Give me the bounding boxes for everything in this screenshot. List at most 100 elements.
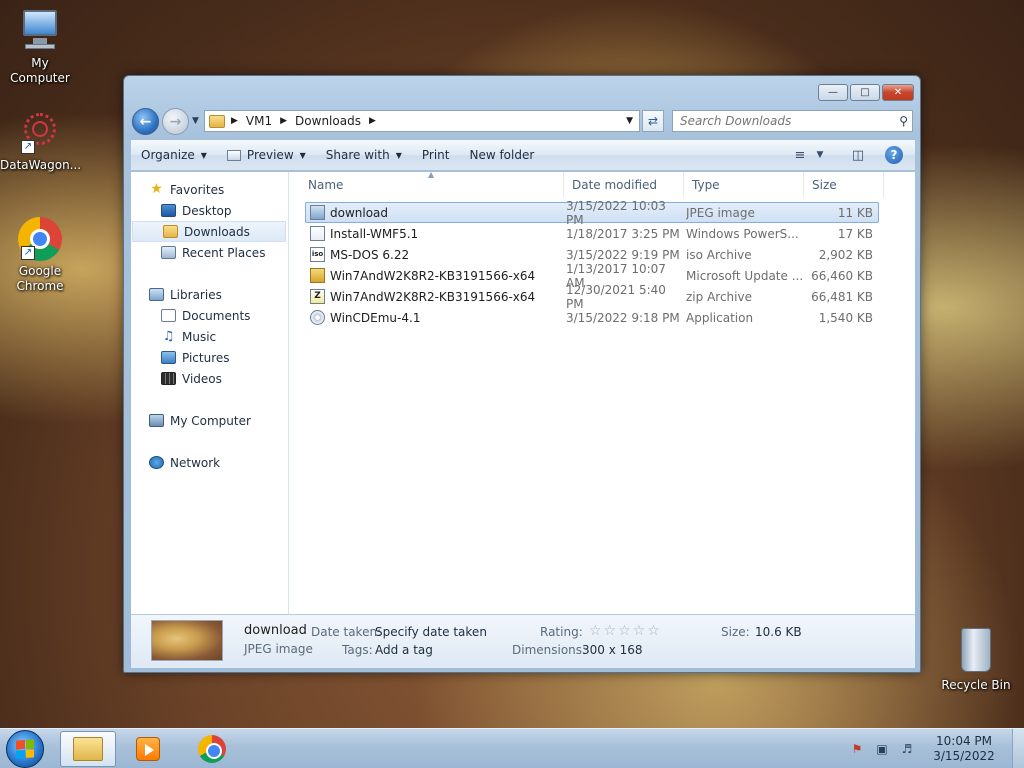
nav-documents[interactable]: Documents [131,305,288,326]
address-bar[interactable]: ▶ VM1 ▶ Downloads ▶ ▼ [204,110,640,132]
nav-music-label: Music [182,329,217,344]
address-dropdown[interactable]: ▼ [626,116,633,126]
star-icon: ★ [150,181,163,197]
search-icon[interactable]: ⚲ [899,114,908,128]
details-file-type: JPEG image [244,642,313,656]
search-box[interactable]: ⚲ [672,110,913,132]
recycle-bin-icon [961,628,991,672]
taskbar-media-player[interactable] [120,731,176,767]
desktop-icon [161,204,176,217]
file-row[interactable]: WinCDEmu-4.1 3/15/2022 9:18 PM Applicati… [305,307,879,328]
volume-icon[interactable]: ♬ [899,742,915,756]
rating-label: Rating: [540,625,583,639]
computer-icon [149,414,164,427]
chevron-right-icon[interactable]: ▶ [280,116,287,126]
maximize-button[interactable]: □ [850,84,880,101]
nav-favorites-label: Favorites [170,182,225,197]
nav-my-computer[interactable]: My Computer [131,410,288,431]
chevron-right-icon[interactable]: ▶ [231,116,238,126]
rating-stars[interactable]: ☆☆☆☆☆ [589,623,662,639]
refresh-button[interactable]: ⇄ [642,110,664,132]
column-header-date-modified[interactable]: Date modified [564,172,684,198]
file-name: MS-DOS 6.22 [330,247,410,262]
recent-pages-dropdown[interactable]: ▼ [192,116,199,126]
file-type: Microsoft Update ... [686,268,804,283]
print-button[interactable]: Print [412,140,460,170]
column-header-size[interactable]: Size [804,172,884,198]
desktop-icon-google-chrome[interactable]: ↗ Google Chrome [0,216,80,294]
preview-pane-icon[interactable]: ◫ [845,148,871,163]
windows-logo-icon [16,739,34,759]
show-desktop-button[interactable] [1012,729,1024,768]
file-size: 1,540 KB [818,310,873,325]
file-type: JPEG image [686,205,755,220]
zip-file-icon: Z [310,289,325,304]
file-type: Application [686,310,754,325]
preview-button[interactable]: Preview ▼ [217,140,316,170]
chevron-down-icon: ▼ [299,150,306,160]
application-file-icon [310,310,325,325]
close-button[interactable]: ✕ [882,84,914,101]
nav-my-computer-label: My Computer [170,413,251,428]
nav-videos[interactable]: Videos [131,368,288,389]
network-status-icon[interactable]: ▣ [874,742,890,756]
back-button[interactable]: ← [132,108,159,135]
nav-downloads-label: Downloads [184,224,250,239]
folder-icon [209,114,225,128]
nav-libraries[interactable]: Libraries [131,284,288,305]
nav-network[interactable]: Network [131,452,288,473]
caption-buttons: — □ ✕ [818,84,914,101]
change-view-icon[interactable]: ≡ [787,148,813,163]
organize-button[interactable]: Organize ▼ [131,140,217,170]
taskbar-chrome[interactable] [184,731,240,767]
action-center-icon[interactable]: ⚑ [849,742,865,756]
forward-button[interactable]: → [162,108,189,135]
minimize-button[interactable]: — [818,84,848,101]
start-button[interactable] [6,730,44,768]
details-file-name: download [244,623,307,638]
clock[interactable]: 10:04 PM 3/15/2022 [924,734,1004,764]
file-size: 66,481 KB [811,289,873,304]
desktop-icon-my-computer[interactable]: My Computer [0,8,80,86]
breadcrumb-downloads[interactable]: Downloads [295,114,361,128]
nav-favorites[interactable]: ★ Favorites [131,179,288,200]
network-icon [149,456,164,469]
jpeg-file-icon [310,205,325,220]
chrome-icon: ↗ [17,216,63,262]
file-row[interactable]: download 3/15/2022 10:03 PM JPEG image 1… [305,199,879,227]
navigation-pane: ★ Favorites Desktop Downloads Recent Pla… [131,172,289,614]
desktop-icon-label: Google Chrome [16,264,64,293]
media-player-icon [136,737,160,761]
nav-pictures[interactable]: Pictures [131,347,288,368]
nav-downloads[interactable]: Downloads [132,221,286,242]
nav-desktop[interactable]: Desktop [131,200,288,221]
search-input[interactable] [680,114,880,128]
share-with-label: Share with [325,148,390,162]
new-folder-button[interactable]: New folder [459,140,544,170]
breadcrumb-vm1[interactable]: VM1 [246,114,272,128]
file-size: 17 KB [837,226,873,241]
desktop-icon-datawagon[interactable]: ↗ DataWagon... [0,110,82,173]
desktop-icon-label: Recycle Bin [941,678,1011,692]
view-options-dropdown[interactable]: ▼ [813,150,827,160]
desktop-icon-label: My Computer [10,56,70,85]
file-row[interactable]: Z Win7AndW2K8R2-KB3191566-x64 12/30/2021 … [305,283,879,311]
tags-value[interactable]: Add a tag [375,643,433,657]
downloads-folder-icon [163,225,178,238]
desktop-icon-recycle-bin[interactable]: Recycle Bin [940,628,1012,692]
help-icon[interactable]: ? [885,146,903,164]
column-header-name[interactable]: Name [290,172,564,198]
file-type: zip Archive [686,289,752,304]
share-with-button[interactable]: Share with ▼ [316,140,412,170]
clock-date: 3/15/2022 [933,749,995,763]
column-header-type[interactable]: Type [684,172,804,198]
date-taken-value[interactable]: Specify date taken [375,625,487,639]
navigation-bar: ← → ▼ ▶ VM1 ▶ Downloads ▶ ▼ ⇄ ⚲ [132,107,913,135]
update-file-icon [310,268,325,283]
chevron-right-icon[interactable]: ▶ [369,116,376,126]
nav-recent-places[interactable]: Recent Places [131,242,288,263]
file-row[interactable]: Install-WMF5.1 1/18/2017 3:25 PM Windows… [305,223,879,244]
desktop-icon-label: DataWagon... [0,158,82,172]
taskbar-explorer[interactable] [60,731,116,767]
nav-music[interactable]: ♫ Music [131,326,288,347]
